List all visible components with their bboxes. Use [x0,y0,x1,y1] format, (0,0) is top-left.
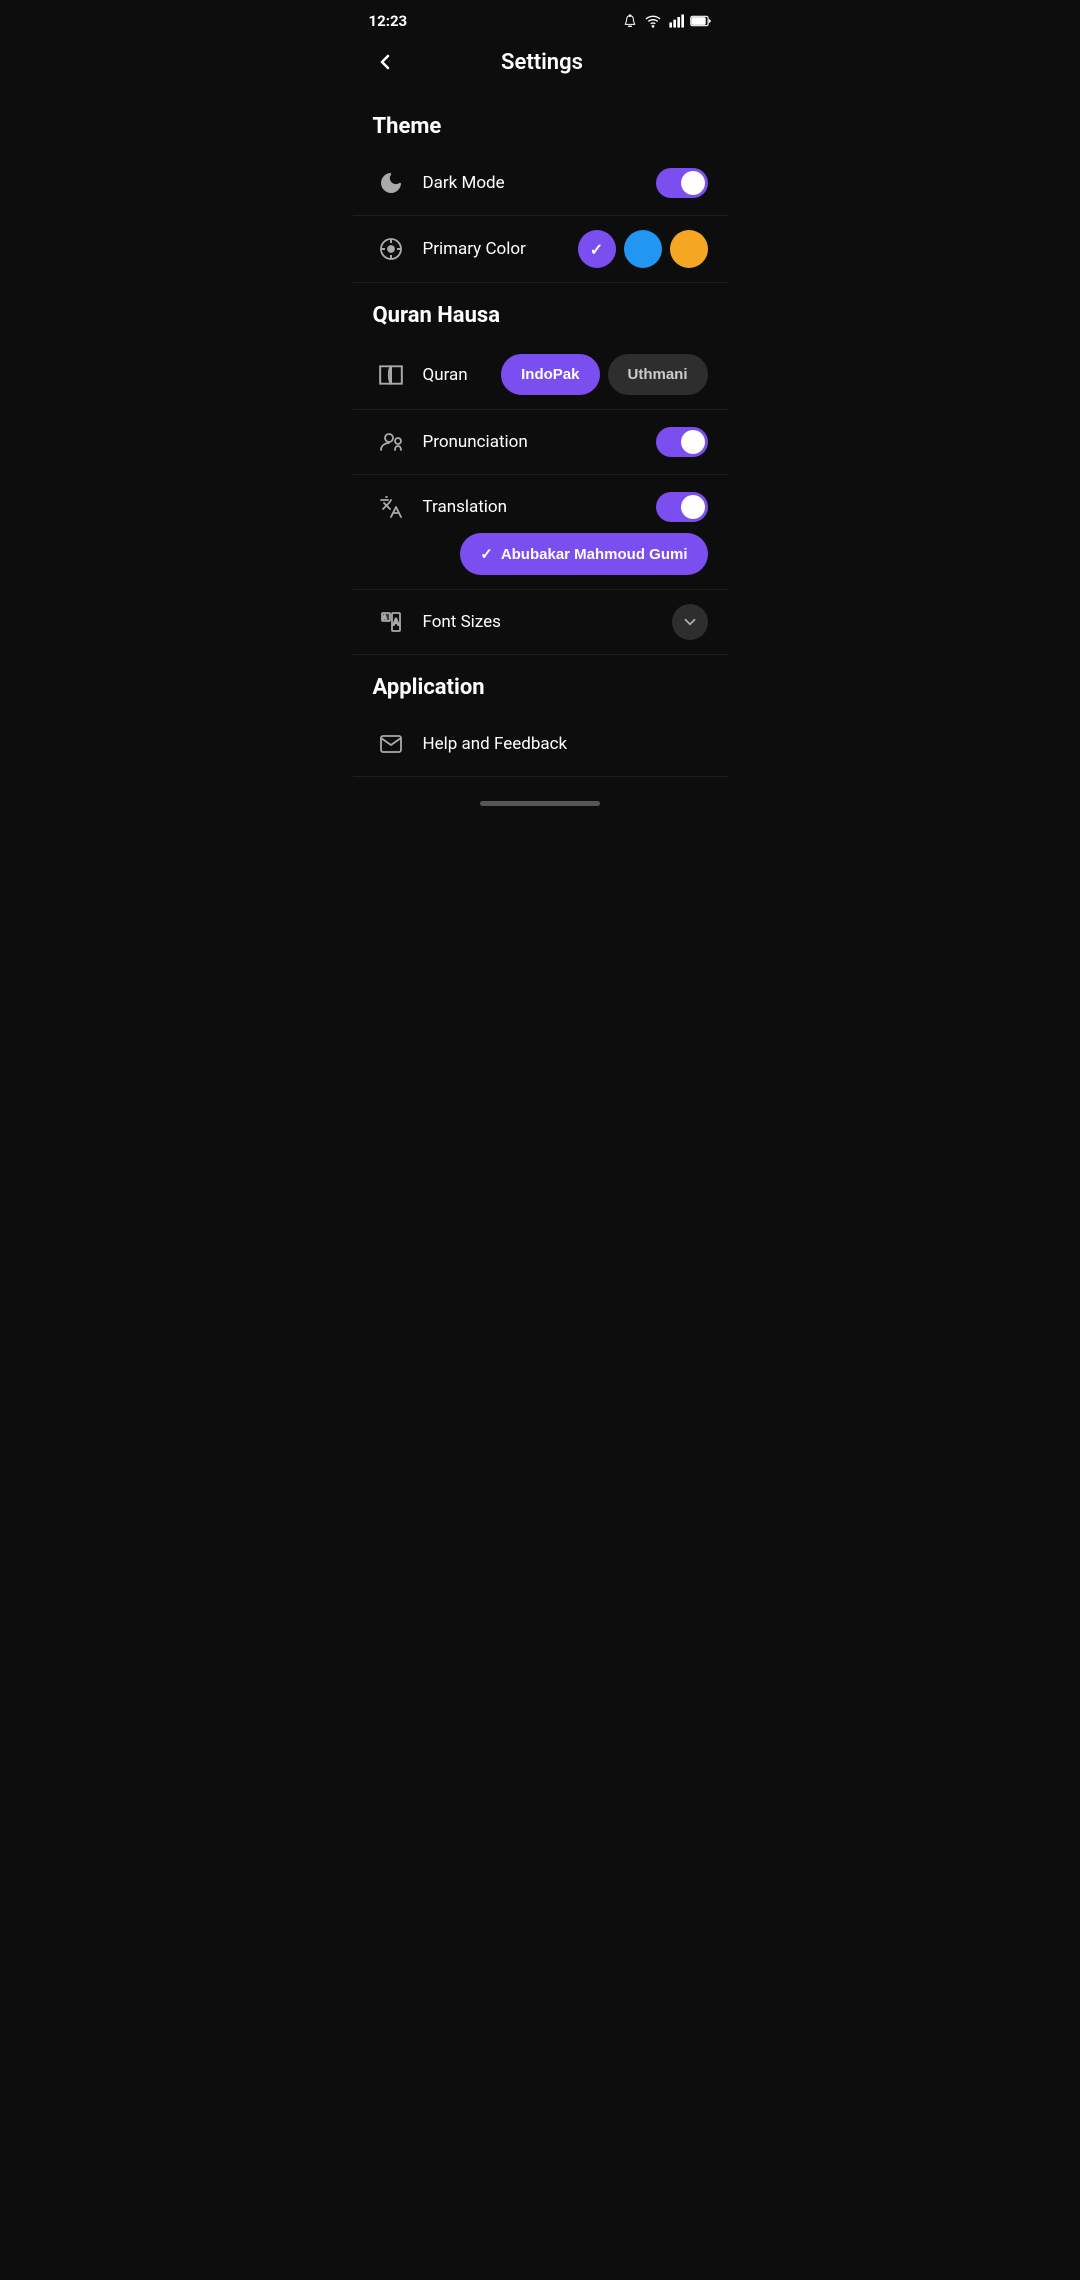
script-buttons: IndoPak Uthmani [501,354,707,395]
font-sizes-row: A A Font Sizes [353,590,728,655]
font-sizes-icon: A A [373,604,409,640]
pronunciation-row: Pronunciation [353,410,728,475]
translation-selector-button[interactable]: ✓ Abubakar Mahmoud Gumi [460,533,707,575]
dark-mode-icon [373,165,409,201]
primary-color-icon [373,231,409,267]
primary-color-row: Primary Color ✓ [353,216,728,283]
translation-row: Translation [353,475,728,539]
dark-mode-label: Dark Mode [423,173,642,193]
application-section-header: Application [353,655,728,712]
help-feedback-icon [373,726,409,762]
status-bar: 12:23 [353,0,728,38]
pronunciation-toggle[interactable] [656,427,708,457]
quran-icon [373,357,409,393]
color-swatch-blue[interactable] [624,230,662,268]
font-sizes-label: Font Sizes [423,612,658,632]
check-icon: ✓ [480,545,493,563]
quran-label: Quran [423,365,488,385]
quran-hausa-section-header: Quran Hausa [353,283,728,340]
indopak-button[interactable]: IndoPak [501,354,599,395]
quran-row: Quran IndoPak Uthmani [353,340,728,410]
color-swatch-orange[interactable] [670,230,708,268]
translation-toggle-knob [681,495,705,519]
pronunciation-label: Pronunciation [423,432,642,452]
color-swatches: ✓ [578,230,708,268]
page-title: Settings [401,50,684,75]
font-sizes-dropdown-icon[interactable] [672,604,708,640]
check-icon-purple: ✓ [590,240,603,259]
uthmani-button[interactable]: Uthmani [608,354,708,395]
dark-mode-toggle[interactable] [656,168,708,198]
battery-icon [690,14,712,28]
translation-toggle[interactable] [656,492,708,522]
signal-icon [668,13,684,29]
dark-mode-toggle-knob [681,171,705,195]
primary-color-label: Primary Color [423,239,564,259]
pronunciation-toggle-knob [681,430,705,454]
translation-label: Translation [423,497,642,517]
translation-icon [373,489,409,525]
color-swatch-purple[interactable]: ✓ [578,230,616,268]
home-indicator [480,801,600,806]
theme-section-header: Theme [353,94,728,151]
status-time: 12:23 [369,12,408,30]
wifi-icon [644,13,662,29]
help-feedback-label: Help and Feedback [423,734,708,754]
back-button[interactable] [369,46,401,78]
svg-text:A: A [393,618,399,628]
top-bar: Settings [353,38,728,94]
status-icons [622,13,712,29]
pronunciation-icon [373,424,409,460]
translation-name: Abubakar Mahmoud Gumi [501,546,688,563]
help-feedback-row[interactable]: Help and Feedback [353,712,728,777]
translation-selector-row: ✓ Abubakar Mahmoud Gumi [353,533,728,590]
notification-icon [622,13,638,29]
dark-mode-row: Dark Mode [353,151,728,216]
